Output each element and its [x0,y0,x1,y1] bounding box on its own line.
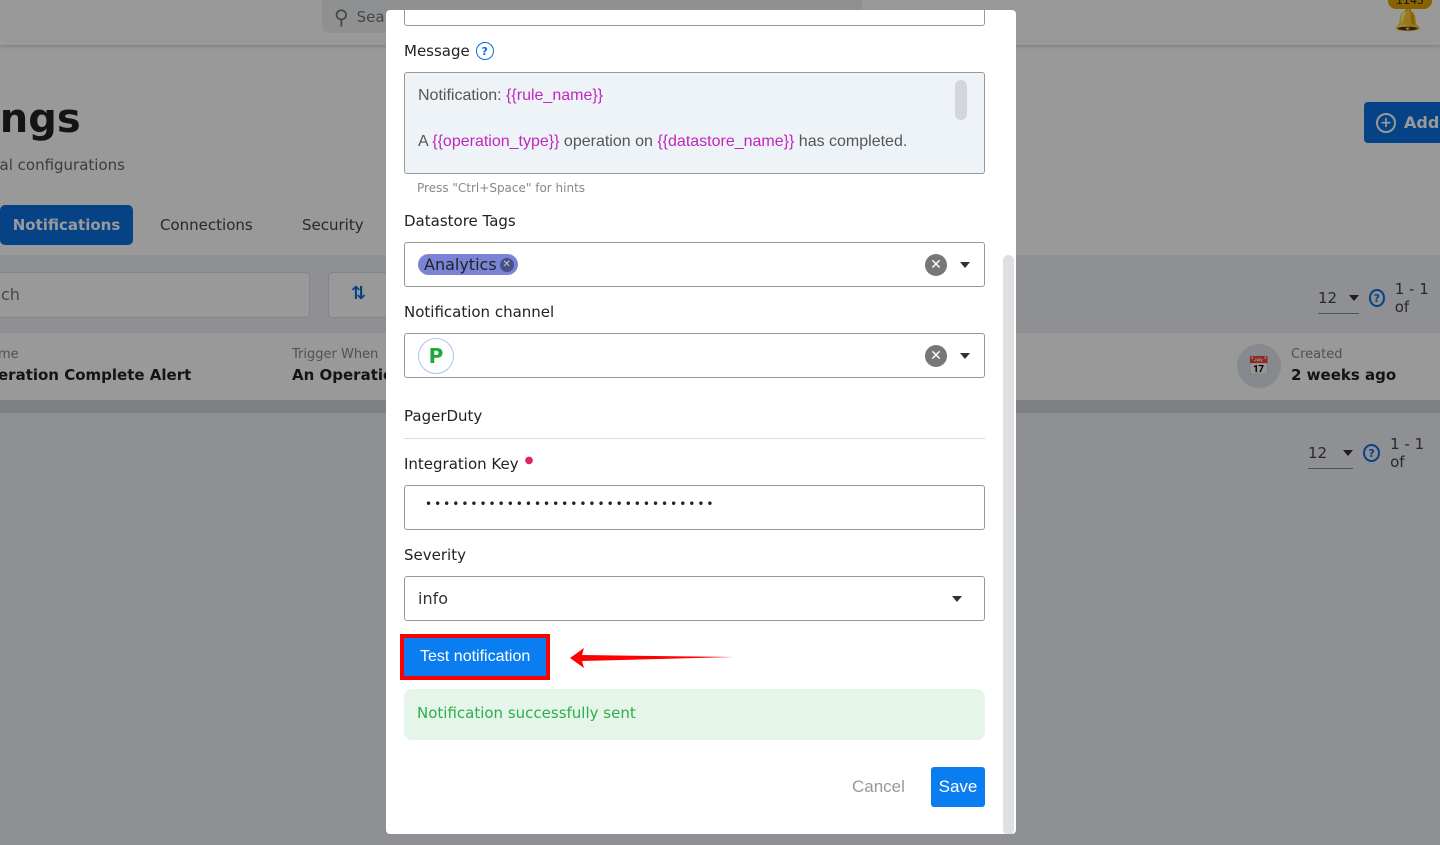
clear-icon[interactable]: ✕ [925,253,947,276]
notification-dialog: Message? Notification: {{rule_name}} A {… [386,10,1016,834]
cancel-button[interactable]: Cancel [852,777,905,797]
pagerduty-section-title: PagerDuty [404,407,483,425]
datastore-tags-label: Datastore Tags [404,212,516,230]
remove-tag-icon[interactable]: ✕ [499,257,514,272]
pagerduty-logo-icon: P [418,337,454,374]
annotation-arrow [570,648,734,668]
test-notification-button[interactable]: Test notification [399,634,551,680]
channel-select[interactable]: P ✕ [404,333,985,378]
hint-text: Press "Ctrl+Space" for hints [417,181,586,195]
editor-scrollbar[interactable] [955,80,967,120]
clear-icon[interactable]: ✕ [925,344,947,367]
chevron-down-icon [952,595,962,602]
save-button[interactable]: Save [931,767,985,807]
previous-field[interactable] [404,10,985,26]
message-label-row: Message? [404,42,985,60]
severity-select[interactable]: info [404,576,985,621]
datastore-tags-select[interactable]: Analytics ✕ ✕ [404,242,985,287]
arrow-shape [570,648,734,668]
integration-key-input[interactable]: •••••••••••••••••••••••••••••••• [404,485,985,530]
channel-label: Notification channel [404,303,555,321]
required-indicator: ● [524,455,534,466]
message-editor[interactable]: Notification: {{rule_name}} A {{operatio… [404,72,985,174]
integration-key-label: Integration Key ● [404,455,534,473]
help-icon[interactable]: ? [475,42,494,60]
severity-label: Severity [404,546,466,564]
tag-chip: Analytics ✕ [418,254,518,275]
chevron-down-icon[interactable] [960,261,970,268]
chevron-down-icon[interactable] [960,352,970,359]
dialog-scrollbar[interactable] [1003,255,1014,834]
section-divider [404,438,985,439]
success-message: Notification successfully sent [404,689,985,740]
